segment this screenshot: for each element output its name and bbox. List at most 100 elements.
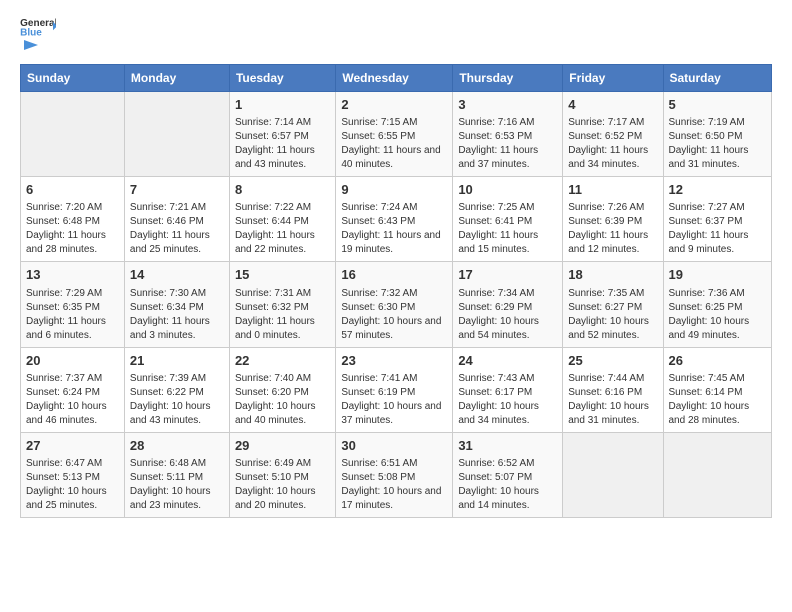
calendar-cell: 23Sunrise: 7:41 AM Sunset: 6:19 PM Dayli… <box>336 347 453 432</box>
day-number: 1 <box>235 96 330 114</box>
svg-text:Blue: Blue <box>20 27 42 36</box>
calendar-cell: 21 Sunrise: 7:39 AM Sunset: 6:22 PM Dayli… <box>124 347 229 432</box>
header-tuesday: Tuesday <box>229 65 335 92</box>
day-info: Sunrise: 7:30 AM Sunset: 6:34 PM Dayligh… <box>130 287 224 343</box>
header-friday: Friday <box>563 65 663 92</box>
day-info: Sunrise: 7:36 AM Sunset: 6:25 PM Dayligh… <box>669 287 767 343</box>
day-number: 3 <box>458 96 557 114</box>
day-number: 16 <box>341 266 447 284</box>
day-info: Sunrise: 7:31 AM Sunset: 6:32 PM Dayligh… <box>235 287 330 343</box>
day-number: 27 <box>26 437 119 455</box>
day-number: 24 <box>458 352 557 370</box>
calendar-cell: 1 Sunrise: 7:14 AM Sunset: 6:57 PM Daylig… <box>229 92 335 177</box>
calendar-cell: 18 Sunrise: 7:35 AM Sunset: 6:27 PM Dayli… <box>563 262 663 347</box>
calendar-cell: 6 Sunrise: 7:20 AM Sunset: 6:48 PM Daylig… <box>21 177 125 262</box>
calendar-week-2: 6 Sunrise: 7:20 AM Sunset: 6:48 PM Daylig… <box>21 177 772 262</box>
calendar-week-1: 1 Sunrise: 7:14 AM Sunset: 6:57 PM Daylig… <box>21 92 772 177</box>
calendar-cell: 19 Sunrise: 7:36 AM Sunset: 6:25 PM Dayli… <box>663 262 772 347</box>
calendar-cell: 13Sunrise: 7:29 AM Sunset: 6:35 PM Dayli… <box>21 262 125 347</box>
day-number: 21 <box>130 352 224 370</box>
day-number: 7 <box>130 181 224 199</box>
day-info: Sunrise: 7:27 AM Sunset: 6:37 PM Dayligh… <box>669 201 767 257</box>
calendar-cell <box>563 432 663 517</box>
calendar-table: SundayMondayTuesdayWednesdayThursdayFrid… <box>20 64 772 518</box>
calendar-cell: 12 Sunrise: 7:27 AM Sunset: 6:37 PM Dayli… <box>663 177 772 262</box>
calendar-cell: 3Sunrise: 7:16 AM Sunset: 6:53 PM Daylig… <box>453 92 563 177</box>
day-info: Sunrise: 7:19 AM Sunset: 6:50 PM Dayligh… <box>669 116 767 172</box>
day-number: 8 <box>235 181 330 199</box>
calendar-header: SundayMondayTuesdayWednesdayThursdayFrid… <box>21 65 772 92</box>
day-number: 29 <box>235 437 330 455</box>
day-info: Sunrise: 6:49 AM Sunset: 5:10 PM Dayligh… <box>235 457 330 513</box>
calendar-cell <box>21 92 125 177</box>
day-info: Sunrise: 7:21 AM Sunset: 6:46 PM Dayligh… <box>130 201 224 257</box>
day-number: 18 <box>568 266 657 284</box>
calendar-cell: 17 Sunrise: 7:34 AM Sunset: 6:29 PM Dayli… <box>453 262 563 347</box>
calendar-cell: 4Sunrise: 7:17 AM Sunset: 6:52 PM Daylig… <box>563 92 663 177</box>
calendar-cell: 7 Sunrise: 7:21 AM Sunset: 6:46 PM Daylig… <box>124 177 229 262</box>
day-number: 6 <box>26 181 119 199</box>
day-number: 19 <box>669 266 767 284</box>
page: General Blue SundayMondayTuesdayWednesda… <box>0 0 792 534</box>
calendar-body: 1 Sunrise: 7:14 AM Sunset: 6:57 PM Daylig… <box>21 92 772 518</box>
day-info: Sunrise: 6:47 AM Sunset: 5:13 PM Dayligh… <box>26 457 119 513</box>
calendar-cell: 24Sunrise: 7:43 AM Sunset: 6:17 PM Dayli… <box>453 347 563 432</box>
header-wednesday: Wednesday <box>336 65 453 92</box>
calendar-cell: 16 Sunrise: 7:32 AM Sunset: 6:30 PM Dayli… <box>336 262 453 347</box>
day-info: Sunrise: 7:20 AM Sunset: 6:48 PM Dayligh… <box>26 201 119 257</box>
header-saturday: Saturday <box>663 65 772 92</box>
day-info: Sunrise: 7:22 AM Sunset: 6:44 PM Dayligh… <box>235 201 330 257</box>
day-info: Sunrise: 6:48 AM Sunset: 5:11 PM Dayligh… <box>130 457 224 513</box>
calendar-week-5: 27 Sunrise: 6:47 AM Sunset: 5:13 PM Dayli… <box>21 432 772 517</box>
day-number: 5 <box>669 96 767 114</box>
calendar-cell: 5 Sunrise: 7:19 AM Sunset: 6:50 PM Daylig… <box>663 92 772 177</box>
calendar-cell: 31 Sunrise: 6:52 AM Sunset: 5:07 PM Dayli… <box>453 432 563 517</box>
day-info: Sunrise: 7:29 AM Sunset: 6:35 PM Dayligh… <box>26 287 119 343</box>
calendar-cell: 22 Sunrise: 7:40 AM Sunset: 6:20 PM Dayli… <box>229 347 335 432</box>
day-number: 15 <box>235 266 330 284</box>
calendar-cell <box>124 92 229 177</box>
day-number: 14 <box>130 266 224 284</box>
day-info: Sunrise: 7:34 AM Sunset: 6:29 PM Dayligh… <box>458 287 557 343</box>
day-number: 22 <box>235 352 330 370</box>
calendar-cell: 15 Sunrise: 7:31 AM Sunset: 6:32 PM Dayli… <box>229 262 335 347</box>
calendar-week-4: 20 Sunrise: 7:37 AM Sunset: 6:24 PM Dayli… <box>21 347 772 432</box>
day-info: Sunrise: 6:52 AM Sunset: 5:07 PM Dayligh… <box>458 457 557 513</box>
logo: General Blue <box>20 16 56 54</box>
day-number: 11 <box>568 181 657 199</box>
day-number: 30 <box>341 437 447 455</box>
calendar-cell: 27 Sunrise: 6:47 AM Sunset: 5:13 PM Dayli… <box>21 432 125 517</box>
day-info: Sunrise: 7:24 AM Sunset: 6:43 PM Dayligh… <box>341 201 447 257</box>
calendar-cell: 28 Sunrise: 6:48 AM Sunset: 5:11 PM Dayli… <box>124 432 229 517</box>
day-number: 20 <box>26 352 119 370</box>
day-info: Sunrise: 7:37 AM Sunset: 6:24 PM Dayligh… <box>26 372 119 428</box>
day-info: Sunrise: 7:39 AM Sunset: 6:22 PM Dayligh… <box>130 372 224 428</box>
day-info: Sunrise: 7:40 AM Sunset: 6:20 PM Dayligh… <box>235 372 330 428</box>
header-monday: Monday <box>124 65 229 92</box>
calendar-cell: 29 Sunrise: 6:49 AM Sunset: 5:10 PM Dayli… <box>229 432 335 517</box>
day-info: Sunrise: 7:14 AM Sunset: 6:57 PM Dayligh… <box>235 116 330 172</box>
day-number: 26 <box>669 352 767 370</box>
day-info: Sunrise: 7:32 AM Sunset: 6:30 PM Dayligh… <box>341 287 447 343</box>
calendar-cell: 26 Sunrise: 7:45 AM Sunset: 6:14 PM Dayli… <box>663 347 772 432</box>
day-info: Sunrise: 7:35 AM Sunset: 6:27 PM Dayligh… <box>568 287 657 343</box>
calendar-cell: 14 Sunrise: 7:30 AM Sunset: 6:34 PM Dayli… <box>124 262 229 347</box>
header-row: SundayMondayTuesdayWednesdayThursdayFrid… <box>21 65 772 92</box>
calendar-cell: 9Sunrise: 7:24 AM Sunset: 6:43 PM Daylig… <box>336 177 453 262</box>
calendar-cell: 10Sunrise: 7:25 AM Sunset: 6:41 PM Dayli… <box>453 177 563 262</box>
day-number: 31 <box>458 437 557 455</box>
day-info: Sunrise: 6:51 AM Sunset: 5:08 PM Dayligh… <box>341 457 447 513</box>
day-info: Sunrise: 7:26 AM Sunset: 6:39 PM Dayligh… <box>568 201 657 257</box>
calendar-cell: 30 Sunrise: 6:51 AM Sunset: 5:08 PM Dayli… <box>336 432 453 517</box>
header: General Blue <box>20 16 772 54</box>
calendar-cell: 8 Sunrise: 7:22 AM Sunset: 6:44 PM Daylig… <box>229 177 335 262</box>
day-number: 28 <box>130 437 224 455</box>
day-info: Sunrise: 7:45 AM Sunset: 6:14 PM Dayligh… <box>669 372 767 428</box>
calendar-cell: 20 Sunrise: 7:37 AM Sunset: 6:24 PM Dayli… <box>21 347 125 432</box>
logo-triangle-icon <box>22 36 40 54</box>
calendar-cell: 25Sunrise: 7:44 AM Sunset: 6:16 PM Dayli… <box>563 347 663 432</box>
day-info: Sunrise: 7:25 AM Sunset: 6:41 PM Dayligh… <box>458 201 557 257</box>
day-number: 17 <box>458 266 557 284</box>
header-thursday: Thursday <box>453 65 563 92</box>
day-number: 12 <box>669 181 767 199</box>
